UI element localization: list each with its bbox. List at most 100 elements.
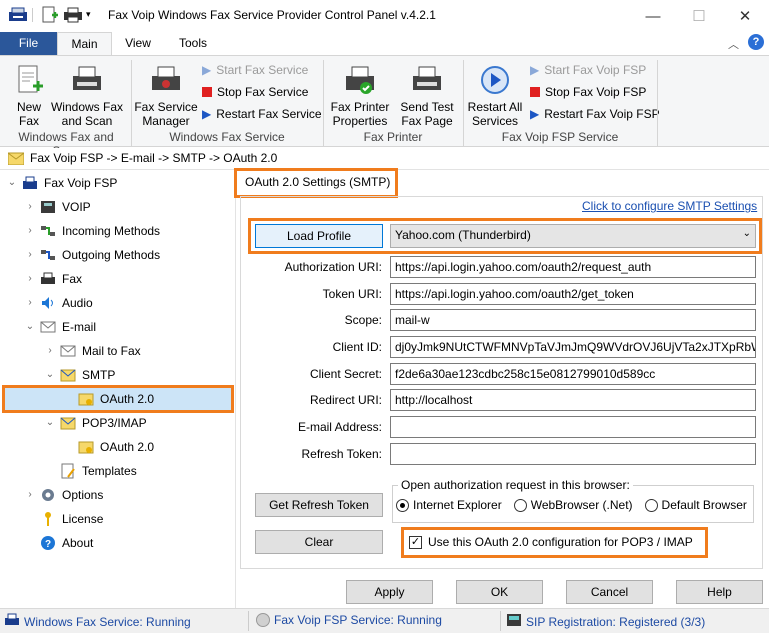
tree-item-oauth-pop3[interactable]: OAuth 2.0 <box>78 435 154 459</box>
configure-smtp-link[interactable]: Click to configure SMTP Settings <box>582 199 757 213</box>
cancel-button[interactable]: Cancel <box>566 580 653 604</box>
tree-item-outgoing-methods[interactable]: › Outgoing Methods <box>24 243 160 267</box>
collapse-icon[interactable]: ⌄ <box>24 315 36 339</box>
fax-machine-icon <box>71 64 103 96</box>
quick-access-dropdown-icon[interactable]: ▾ <box>86 9 91 20</box>
token-uri-field[interactable]: https://api.login.yahoo.com/oauth2/get_t… <box>390 283 756 305</box>
fax-service-manager-label: Fax Service Manager <box>134 100 198 128</box>
tab-view[interactable]: View <box>116 32 160 56</box>
use-for-pop3-checkbox[interactable]: ✓ Use this OAuth 2.0 configuration for P… <box>409 535 693 549</box>
play-icon: ▶ <box>202 63 212 77</box>
breadcrumb: Fax Voip FSP -> E-mail -> SMTP -> OAuth … <box>0 148 769 170</box>
load-profile-button[interactable]: Load Profile <box>255 224 383 248</box>
tree-label: SMTP <box>82 368 116 382</box>
sip-phone-icon <box>506 613 522 630</box>
radio-webbrowser-net[interactable]: WebBrowser (.Net) <box>513 498 633 512</box>
restart-fax-service-button[interactable]: ▶ Restart Fax Service <box>202 104 322 124</box>
expand-icon[interactable]: › <box>24 267 36 291</box>
tree-item-about[interactable]: ? About <box>40 531 93 555</box>
checkbox-checked-icon[interactable]: ✓ <box>409 535 422 549</box>
collapse-icon[interactable]: ⌄ <box>6 171 18 195</box>
maximize-button[interactable]: ☐ <box>676 0 722 32</box>
gear-icon <box>40 487 56 503</box>
tree-item-audio[interactable]: › Audio <box>24 291 92 315</box>
restart-all-services-button[interactable]: Restart All Services <box>466 64 524 128</box>
scope-field[interactable]: mail-w <box>390 309 756 331</box>
printer-icon[interactable] <box>63 6 83 24</box>
tree-item-fax[interactable]: › Fax <box>24 267 82 291</box>
radio-internet-explorer[interactable]: Internet Explorer <box>396 498 502 512</box>
tree-item-pop3-imap[interactable]: ⌄ POP3/IMAP <box>44 411 147 435</box>
email-address-field[interactable] <box>390 416 756 438</box>
collapse-ribbon-icon[interactable]: ︿ <box>728 36 739 52</box>
tree-item-license[interactable]: License <box>40 507 103 531</box>
expand-icon[interactable]: › <box>24 219 36 243</box>
tree-item-templates[interactable]: Templates <box>60 459 137 483</box>
close-button[interactable]: ✕ <box>722 0 768 32</box>
tree-item-mail-to-fax[interactable]: › Mail to Fax <box>44 339 140 363</box>
ok-button[interactable]: OK <box>456 580 543 604</box>
window-title: Fax Voip Windows Fax Service Provider Co… <box>108 8 436 22</box>
help-button[interactable]: Help <box>676 580 763 604</box>
status-windows-fax-text: Windows Fax Service: Running <box>24 614 191 629</box>
envelope-folder-icon <box>7 151 25 166</box>
info-icon: ? <box>40 535 56 551</box>
minimize-button[interactable]: — <box>630 0 676 32</box>
tab-tools[interactable]: Tools <box>170 32 216 56</box>
group-label-windows-fax-service: Windows Fax Service <box>169 130 285 144</box>
stop-fax-voip-fsp-button[interactable]: Stop Fax Voip FSP <box>530 82 646 102</box>
tree-item-oauth-smtp[interactable]: OAuth 2.0 <box>78 387 154 411</box>
restart-fax-voip-fsp-button[interactable]: ▶ Restart Fax Voip FSP <box>530 104 660 124</box>
redirect-uri-field[interactable]: http://localhost <box>390 389 756 411</box>
collapse-icon[interactable]: ⌄ <box>44 363 56 387</box>
tab-main[interactable]: Main <box>57 32 112 56</box>
new-document-icon[interactable] <box>40 6 60 24</box>
stop-fax-service-button[interactable]: Stop Fax Service <box>202 82 308 102</box>
tree-item-incoming-methods[interactable]: › Incoming Methods <box>24 219 160 243</box>
windows-fax-and-scan-button[interactable]: Windows Fax and Scan <box>50 64 124 128</box>
fax-printer-check-icon <box>344 64 376 96</box>
outgoing-network-icon <box>40 247 56 263</box>
collapse-icon[interactable]: ⌄ <box>44 411 56 435</box>
clear-button[interactable]: Clear <box>255 530 383 554</box>
tree-item-options[interactable]: › Options <box>24 483 103 507</box>
group-label-fax-printer: Fax Printer <box>363 130 423 144</box>
new-fax-button[interactable]: New Fax <box>8 64 50 128</box>
expand-icon[interactable]: › <box>24 483 36 507</box>
refresh-token-field[interactable] <box>390 443 756 465</box>
tab-file[interactable]: File <box>0 32 57 56</box>
expand-icon[interactable]: › <box>24 291 36 315</box>
tree-item-smtp[interactable]: ⌄ SMTP <box>44 363 116 387</box>
status-sip[interactable]: SIP Registration: Registered (3/3) <box>506 613 705 630</box>
key-icon <box>40 511 56 527</box>
status-fsp[interactable]: Fax Voip FSP Service: Running <box>256 613 442 627</box>
status-windows-fax[interactable]: Windows Fax Service: Running <box>4 613 191 630</box>
windows-fax-and-scan-label: Windows Fax and Scan <box>50 100 124 128</box>
radio-default-browser[interactable]: Default Browser <box>644 498 747 512</box>
fax-icon <box>40 271 56 287</box>
expand-icon[interactable]: › <box>44 339 56 363</box>
panel-heading: OAuth 2.0 Settings (SMTP) <box>234 168 398 198</box>
expand-icon[interactable]: › <box>24 243 36 267</box>
client-id-field[interactable]: dj0yJmk9NUtCTWFMNVpTaVJmJmQ9WVdrOVJ6UjVT… <box>390 336 756 358</box>
help-icon[interactable]: ? <box>748 34 764 50</box>
client-secret-field[interactable]: f2de6a30ae123cdbc258c15e0812799010d589cc <box>390 363 756 385</box>
start-fax-service-button[interactable]: ▶ Start Fax Service <box>202 60 308 80</box>
send-test-fax-page-button[interactable]: Send Test Fax Page <box>396 64 458 128</box>
tree-item-root[interactable]: ⌄ Fax Voip FSP <box>6 171 118 195</box>
fax-service-manager-button[interactable]: Fax Service Manager <box>134 64 198 128</box>
fax-printer-properties-button[interactable]: Fax Printer Properties <box>328 64 392 128</box>
start-fax-voip-fsp-button[interactable]: ▶ Start Fax Voip FSP <box>530 60 646 80</box>
tree-label: License <box>62 512 104 526</box>
templates-document-icon <box>60 463 76 479</box>
chevron-down-icon[interactable]: ⌄ <box>743 228 751 239</box>
tree-item-voip[interactable]: › VOIP <box>24 195 90 219</box>
authorization-uri-field[interactable]: https://api.login.yahoo.com/oauth2/reque… <box>390 256 756 278</box>
get-refresh-token-button[interactable]: Get Refresh Token <box>255 493 383 517</box>
profile-select[interactable]: Yahoo.com (Thunderbird) ⌄ <box>390 224 756 248</box>
stop-icon <box>202 87 212 97</box>
apply-button[interactable]: Apply <box>346 580 433 604</box>
expand-icon[interactable]: › <box>24 195 36 219</box>
tree-label: OAuth 2.0 <box>100 392 155 406</box>
tree-item-email[interactable]: ⌄ E-mail <box>24 315 96 339</box>
